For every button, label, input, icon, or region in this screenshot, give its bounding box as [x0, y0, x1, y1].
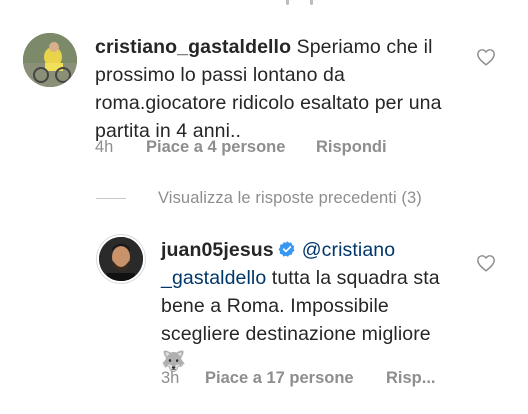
like-heart-icon[interactable]: [476, 48, 496, 66]
like-heart-icon[interactable]: [476, 254, 496, 272]
likes-count-button[interactable]: Piace a 4 persone: [146, 138, 285, 157]
view-previous-replies-button[interactable]: Visualizza le risposte precedenti (3): [96, 186, 422, 210]
comment-time: 4h: [95, 138, 114, 156]
reply-meta: 3h Piace a 17 persone Risp...: [161, 369, 436, 388]
reply-username[interactable]: juan05jesus: [161, 239, 274, 261]
reply-likes-count-button[interactable]: Piace a 17 persone: [205, 369, 354, 388]
comment-meta: 4h Piace a 4 persone Rispondi: [95, 138, 387, 157]
reply-time: 3h: [161, 369, 180, 387]
avatar[interactable]: [23, 33, 77, 87]
reply-body: juan05jesus @cristiano _gastaldello tutta…: [161, 236, 461, 376]
reply-reply-button[interactable]: Risp...: [386, 369, 436, 388]
reply-button[interactable]: Rispondi: [316, 138, 387, 157]
verified-badge-icon: [278, 238, 296, 257]
comment-body: cristiano_gastaldello Speriamo che il pr…: [95, 33, 475, 145]
avatar[interactable]: [96, 234, 146, 284]
replies-divider: [96, 197, 126, 199]
scroll-indicator: [276, 0, 326, 6]
comment-username[interactable]: cristiano_gastaldello: [95, 36, 291, 58]
view-replies-label: Visualizza le risposte precedenti (3): [158, 188, 422, 207]
